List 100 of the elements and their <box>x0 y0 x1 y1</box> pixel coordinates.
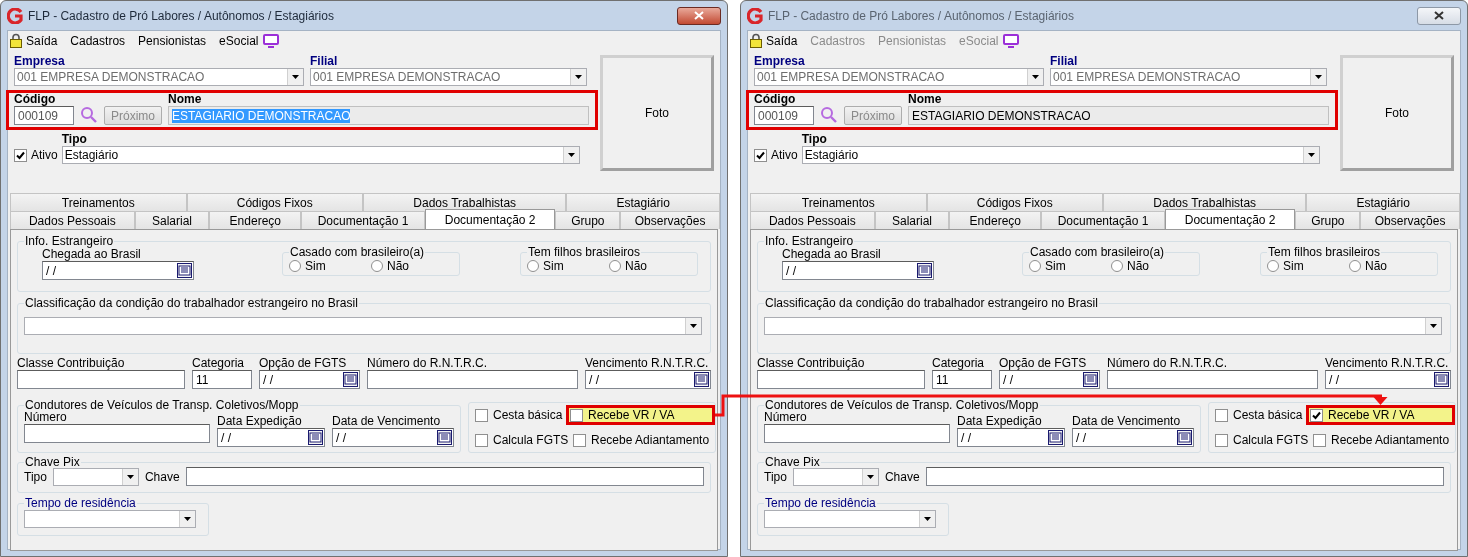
checkbox-option[interactable]: Recebe VR / VA <box>1306 405 1455 425</box>
checkbox-option[interactable]: Cesta básica <box>1211 405 1309 425</box>
calendar-icon[interactable] <box>437 430 452 445</box>
calendar-icon[interactable] <box>694 372 709 387</box>
search-icon[interactable] <box>820 106 838 124</box>
pix-key-field[interactable] <box>185 467 704 486</box>
tab[interactable]: Documentação 2 <box>1164 209 1296 229</box>
checkbox[interactable] <box>1215 433 1228 447</box>
checkbox-option[interactable]: Recebe Adiantamento <box>1309 430 1455 450</box>
radio-button[interactable] <box>371 260 383 272</box>
checkbox[interactable] <box>475 433 488 447</box>
tab[interactable]: Salarial <box>134 211 210 229</box>
checkbox[interactable] <box>14 148 27 162</box>
text-field[interactable] <box>764 424 950 443</box>
name-field[interactable]: ESTAGIARIO DEMONSTRACAO <box>908 106 1329 125</box>
checkbox[interactable] <box>1313 433 1326 447</box>
tab[interactable]: Salarial <box>874 211 950 229</box>
tab[interactable]: Observações <box>620 211 720 229</box>
checkbox-option[interactable]: Recebe VR / VA <box>566 405 715 425</box>
checkbox-option[interactable]: Recebe Adiantamento <box>569 430 715 450</box>
date-field[interactable]: / / <box>1072 428 1194 447</box>
date-field[interactable]: / / <box>42 261 194 280</box>
text-field[interactable]: 11 <box>192 370 252 389</box>
field-label: Classe Contribuição <box>17 356 126 370</box>
tab[interactable]: Dados Trabalhistas <box>363 193 567 211</box>
radio-button[interactable] <box>609 260 621 272</box>
radio-button[interactable] <box>1267 260 1279 272</box>
monitor-icon[interactable] <box>263 33 280 48</box>
date-field[interactable]: / / <box>332 428 454 447</box>
tab[interactable]: Grupo <box>1295 211 1361 229</box>
close-button[interactable] <box>1417 6 1461 25</box>
text-field[interactable] <box>1107 370 1318 389</box>
date-field[interactable]: / / <box>999 370 1100 389</box>
date-field[interactable]: / / <box>585 370 711 389</box>
tab[interactable]: Documentação 2 <box>424 209 556 229</box>
photo-panel[interactable]: Foto <box>600 55 714 171</box>
type-dropdown[interactable]: Estagiário <box>801 146 1320 164</box>
checkbox[interactable] <box>1215 408 1228 422</box>
tab[interactable]: Estagiário <box>1306 193 1460 211</box>
checkbox[interactable] <box>1310 408 1323 422</box>
date-field[interactable]: / / <box>259 370 360 389</box>
active-checkbox[interactable]: Ativo <box>14 148 58 162</box>
calendar-icon[interactable] <box>1048 430 1063 445</box>
checkbox[interactable] <box>570 408 583 422</box>
field-label: Chegada ao Brasil <box>42 247 142 261</box>
tab[interactable]: Documentação 1 <box>301 211 425 229</box>
date-field[interactable]: / / <box>782 261 934 280</box>
checkbox-option[interactable]: Cesta básica <box>471 405 569 425</box>
pix-key-field[interactable] <box>925 467 1444 486</box>
checkbox-option[interactable]: Calcula FGTS <box>471 430 569 450</box>
date-field[interactable]: / / <box>1325 370 1451 389</box>
menu-item[interactable]: Pensionistas <box>138 33 207 48</box>
date-field[interactable]: / / <box>957 428 1065 447</box>
tab[interactable]: Grupo <box>555 211 621 229</box>
tab[interactable]: Estagiário <box>566 193 720 211</box>
tab[interactable]: Dados Pessoais <box>10 211 135 229</box>
text-field[interactable]: 11 <box>932 370 992 389</box>
calendar-icon[interactable] <box>1434 372 1449 387</box>
tab[interactable]: Códigos Fixos <box>926 193 1103 211</box>
code-field[interactable]: 000109 <box>14 106 74 125</box>
checkbox[interactable] <box>475 408 488 422</box>
text-field[interactable] <box>367 370 578 389</box>
tab[interactable]: Documentação 1 <box>1041 211 1165 229</box>
radio-button[interactable] <box>1111 260 1123 272</box>
calendar-icon[interactable] <box>343 372 358 387</box>
type-dropdown[interactable]: Estagiário <box>61 146 580 164</box>
tab[interactable]: Códigos Fixos <box>186 193 363 211</box>
tab[interactable]: Dados Trabalhistas <box>1103 193 1307 211</box>
close-button[interactable] <box>677 6 721 25</box>
calendar-icon[interactable] <box>917 263 932 278</box>
date-field[interactable]: / / <box>217 428 325 447</box>
checkbox[interactable] <box>573 433 586 447</box>
menu-item[interactable]: Cadastros <box>70 33 126 48</box>
radio-button[interactable] <box>1029 260 1041 272</box>
exit-menu-item[interactable]: Saída <box>10 33 58 48</box>
exit-menu-item[interactable]: Saída <box>750 33 798 48</box>
code-field[interactable]: 000109 <box>754 106 814 125</box>
checkbox-option[interactable]: Calcula FGTS <box>1211 430 1309 450</box>
tab[interactable]: Endereço <box>949 211 1042 229</box>
radio-button[interactable] <box>1349 260 1361 272</box>
tab[interactable]: Treinamentos <box>10 193 187 211</box>
calendar-icon[interactable] <box>1083 372 1098 387</box>
tab[interactable]: Endereço <box>209 211 302 229</box>
radio-button[interactable] <box>527 260 539 272</box>
text-field[interactable] <box>17 370 185 389</box>
tab[interactable]: Treinamentos <box>750 193 927 211</box>
text-field[interactable] <box>24 424 210 443</box>
tab[interactable]: Observações <box>1360 211 1460 229</box>
calendar-icon[interactable] <box>177 263 192 278</box>
calendar-icon[interactable] <box>1177 430 1192 445</box>
tab[interactable]: Dados Pessoais <box>750 211 875 229</box>
search-icon[interactable] <box>80 106 98 124</box>
checkbox[interactable] <box>754 148 767 162</box>
active-checkbox[interactable]: Ativo <box>754 148 798 162</box>
text-field[interactable] <box>757 370 925 389</box>
radio-button[interactable] <box>289 260 301 272</box>
calendar-icon[interactable] <box>308 430 323 445</box>
monitor-icon[interactable] <box>1003 33 1020 48</box>
photo-panel[interactable]: Foto <box>1340 55 1454 171</box>
menu-item[interactable]: eSocial <box>219 33 259 48</box>
